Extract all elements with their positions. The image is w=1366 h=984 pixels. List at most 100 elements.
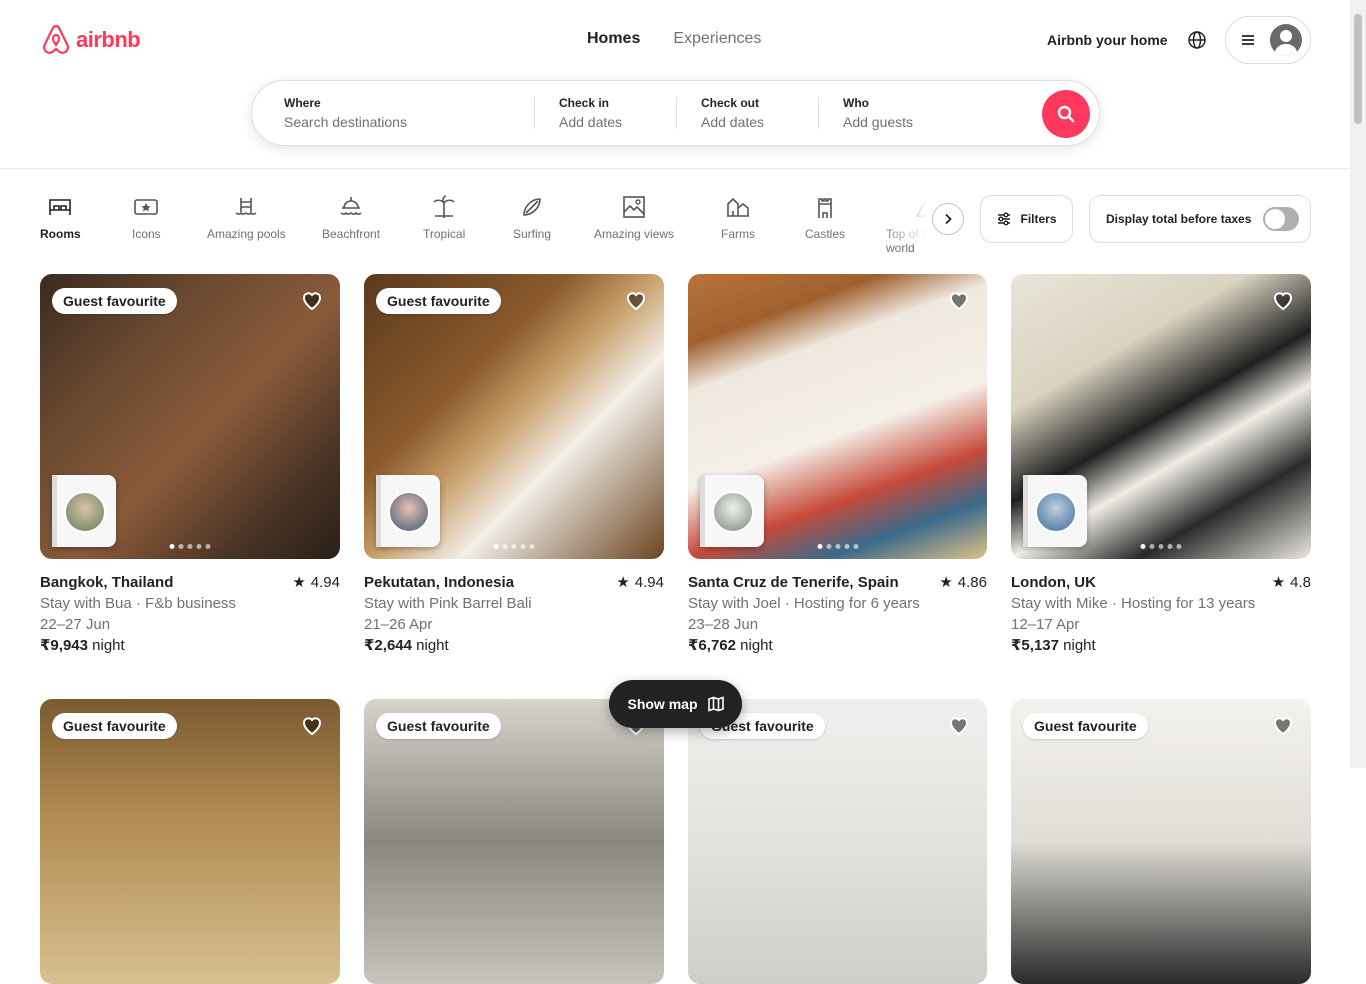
listing-card[interactable]: Guest favourite [40, 699, 340, 984]
show-map-label: Show map [627, 696, 698, 712]
rating-value: 4.94 [310, 574, 340, 591]
surfboard-icon [523, 198, 541, 216]
category-label: Surfing [513, 227, 552, 241]
header: airbnb Homes Experiences Airbnb your hom… [0, 0, 1350, 169]
where-input[interactable]: Search destinations [284, 114, 534, 130]
listing-card[interactable]: Guest favourite Pekutatan, Indonesia ★ 4.9… [364, 274, 664, 656]
listing-photo[interactable]: Guest favourite [1011, 699, 1311, 984]
chevron-right-icon [945, 213, 952, 225]
profile-menu-button[interactable] [1225, 16, 1311, 64]
carousel-dots [169, 544, 211, 549]
tab-experiences[interactable]: Experiences [673, 30, 761, 48]
category-label: Beachfront [322, 227, 381, 241]
filters-button[interactable]: Filters [980, 195, 1073, 243]
airbnb-logo[interactable]: airbnb [40, 24, 141, 56]
listing-photo[interactable]: Guest favourite [364, 274, 664, 559]
checkin-field[interactable]: Check in Add dates [535, 81, 676, 145]
listing-card[interactable]: London, UK ★ 4.8 Stay with Mike · Hosting … [1011, 274, 1311, 656]
category-tropical[interactable]: Tropical [423, 194, 465, 241]
category-amazing-pools[interactable]: Amazing pools [207, 194, 286, 241]
who-field[interactable]: Who Add guests [819, 81, 1019, 145]
hamburger-menu-icon [1242, 35, 1254, 45]
palm-tree-icon [433, 195, 455, 218]
show-map-button[interactable]: Show map [609, 680, 742, 728]
tab-homes[interactable]: Homes [587, 30, 640, 48]
search-button[interactable] [1042, 90, 1090, 138]
category-label: Farms [721, 227, 755, 241]
mountain-view-icon [623, 196, 645, 218]
category-surfing[interactable]: Surfing [513, 194, 551, 241]
listing-card[interactable]: Guest favourite [1011, 699, 1311, 984]
listing-photo[interactable]: Guest favourite [40, 699, 340, 984]
checkin-value: Add dates [559, 114, 623, 130]
listing-price: ₹6,762 night [688, 635, 987, 656]
rating-value: 4.94 [634, 574, 664, 591]
checkout-label: Check out [701, 96, 760, 110]
host-avatar [1035, 491, 1077, 533]
checkout-field[interactable]: Check out Add dates [677, 81, 818, 145]
listing-photo[interactable]: Guest favourite [364, 699, 664, 984]
category-beachfront[interactable]: Beachfront [322, 194, 380, 241]
listing-card[interactable]: Guest favourite [688, 699, 987, 984]
listing-info: Santa Cruz de Tenerife, Spain ★ 4.86 Stay … [688, 572, 987, 656]
category-next-button[interactable] [932, 203, 964, 235]
listing-rating: ★ 4.94 [292, 572, 340, 593]
listing-info: Bangkok, Thailand ★ 4.94 Stay with Bua · F… [40, 572, 340, 656]
listing-photo[interactable] [688, 274, 987, 559]
where-field[interactable]: Where Search destinations [252, 81, 534, 145]
listing-card[interactable]: Santa Cruz de Tenerife, Spain ★ 4.86 Stay … [688, 274, 987, 656]
category-castles[interactable]: Castles [805, 194, 845, 241]
price-value: ₹6,762 [688, 637, 736, 654]
category-amazing-views[interactable]: Amazing views [594, 194, 674, 241]
avatar [1270, 24, 1302, 56]
price-unit: night [92, 637, 125, 654]
listing-photo[interactable]: Guest favourite [40, 274, 340, 559]
heart-icon[interactable] [300, 713, 324, 737]
search-icon [1057, 105, 1075, 123]
carousel-dots [817, 544, 858, 549]
listing-photo[interactable]: Guest favourite [688, 699, 987, 984]
heart-icon[interactable] [1271, 713, 1295, 737]
airbnb-your-home-link[interactable]: Airbnb your home [1047, 32, 1168, 48]
checkin-label: Check in [559, 96, 610, 110]
listing-photo[interactable] [1011, 274, 1311, 559]
listing-info: London, UK ★ 4.8 Stay with Mike · Hosting … [1011, 572, 1311, 656]
category-label: Icons [132, 227, 161, 241]
listing-title: Bangkok, Thailand [40, 574, 174, 591]
heart-icon[interactable] [947, 288, 971, 312]
heart-icon[interactable] [1271, 288, 1295, 312]
guest-favourite-badge: Guest favourite [376, 288, 501, 314]
heart-icon[interactable] [947, 713, 971, 737]
category-rooms[interactable]: Rooms [40, 194, 81, 241]
listing-title: London, UK [1011, 574, 1096, 591]
host-card [52, 475, 116, 547]
host-avatar [388, 491, 430, 533]
star-icon: ★ [292, 574, 306, 591]
map-icon [707, 696, 724, 712]
category-farms[interactable]: Farms [721, 194, 755, 241]
category-icons[interactable]: Icons [132, 194, 161, 241]
who-value: Add guests [843, 114, 914, 130]
farm-icon [727, 197, 749, 217]
rating-value: 4.86 [957, 574, 987, 591]
heart-icon[interactable] [300, 288, 324, 312]
category-label: Castles [805, 227, 846, 241]
scrollbar[interactable] [1350, 0, 1366, 768]
globe-icon[interactable] [1187, 30, 1207, 50]
scrollbar-thumb[interactable] [1354, 14, 1362, 124]
search-bar: Where Search destinations Check in Add d… [251, 80, 1100, 146]
heart-icon[interactable] [624, 288, 648, 312]
category-label: Amazing pools [207, 227, 286, 241]
category-label: Amazing views [594, 227, 675, 241]
listing-card[interactable]: Guest favourite [364, 699, 664, 984]
listing-price: ₹9,943 night [40, 635, 340, 656]
category-bar: Rooms Icons Amazing pools Beachfront Tro… [40, 194, 970, 258]
who-label: Who [843, 96, 869, 110]
price-unit: night [416, 637, 449, 654]
price-value: ₹9,943 [40, 637, 88, 654]
listing-rating: ★ 4.86 [939, 572, 987, 593]
tax-toggle-switch[interactable] [1263, 207, 1300, 231]
listing-dates: 22–27 Jun [40, 616, 111, 633]
listing-card[interactable]: Guest favourite Bangkok, Thailand ★ 4.94 S… [40, 274, 340, 656]
listing-title: Santa Cruz de Tenerife, Spain [688, 574, 899, 591]
